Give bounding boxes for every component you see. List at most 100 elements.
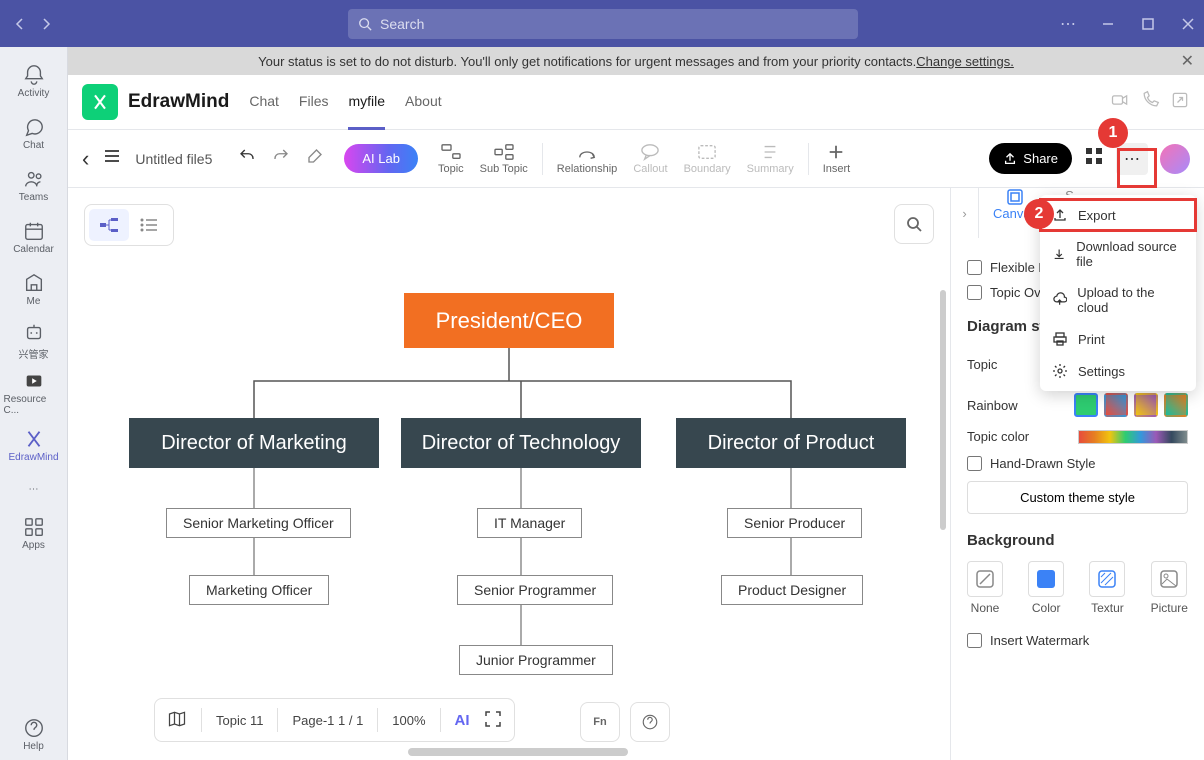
- app-header: EdrawMind Chat Files myfile About: [68, 75, 1204, 130]
- bg-texture[interactable]: Textur: [1089, 561, 1125, 615]
- canvas[interactable]: President/CEO Director of Marketing Dire…: [68, 188, 950, 760]
- status-bar: Your status is set to do not disturb. Yo…: [68, 47, 1204, 75]
- page-info[interactable]: Page-1 1 / 1: [292, 713, 363, 728]
- share-button[interactable]: Share: [989, 143, 1072, 174]
- rainbow-opt[interactable]: [1164, 393, 1188, 417]
- rail-activity[interactable]: Activity: [4, 55, 64, 107]
- rail-teams[interactable]: Teams: [4, 159, 64, 211]
- file-name[interactable]: Untitled file5: [135, 151, 212, 167]
- status-link[interactable]: Change settings.: [916, 54, 1014, 69]
- view-mindmap[interactable]: [89, 209, 129, 241]
- map-icon[interactable]: [167, 709, 187, 732]
- rail-label: Apps: [22, 540, 45, 551]
- node-sub[interactable]: Junior Programmer: [459, 645, 613, 675]
- tab-myfile[interactable]: myfile: [348, 75, 385, 130]
- phone-icon[interactable]: [1140, 90, 1160, 115]
- share-icon: [1003, 152, 1017, 166]
- more-button[interactable]: ⋯: [1116, 143, 1148, 175]
- panel-expand[interactable]: ›: [951, 188, 979, 238]
- rail-edrawmind[interactable]: EdrawMind: [4, 419, 64, 471]
- canvas-search-button[interactable]: [894, 204, 934, 244]
- bg-color[interactable]: Color: [1028, 561, 1064, 615]
- rainbow-opt[interactable]: [1074, 393, 1098, 417]
- color-strip[interactable]: [1078, 430, 1188, 444]
- maximize-button[interactable]: [1140, 16, 1156, 32]
- nav-back[interactable]: [8, 12, 32, 36]
- tool-relationship[interactable]: Relationship: [557, 143, 618, 175]
- app-menu-icon[interactable]: ⋯: [1060, 14, 1076, 34]
- status-close-icon[interactable]: ✕: [1181, 51, 1194, 71]
- node-sub[interactable]: IT Manager: [477, 508, 582, 538]
- node-dir-technology[interactable]: Director of Technology: [401, 418, 641, 468]
- v-scrollbar[interactable]: [940, 290, 946, 530]
- node-sub[interactable]: Senior Marketing Officer: [166, 508, 351, 538]
- help-button[interactable]: [630, 702, 670, 742]
- bg-picture[interactable]: Picture: [1151, 561, 1188, 615]
- close-button[interactable]: [1180, 16, 1196, 32]
- dd-export[interactable]: Export: [1040, 199, 1196, 231]
- tool-summary[interactable]: Summary: [747, 143, 794, 175]
- tab-files[interactable]: Files: [299, 75, 329, 130]
- rail-label: Resource C...: [4, 394, 64, 416]
- ai-lab-button[interactable]: AI Lab: [344, 144, 418, 173]
- app-logo: [82, 84, 118, 120]
- dd-upload[interactable]: Upload to the cloud: [1040, 277, 1196, 323]
- tool-subtopic[interactable]: Sub Topic: [480, 143, 528, 175]
- brush-icon[interactable]: [306, 147, 324, 170]
- rail-label: Activity: [18, 88, 50, 99]
- tab-chat[interactable]: Chat: [249, 75, 279, 130]
- rail-chat[interactable]: Chat: [4, 107, 64, 159]
- rail-apps[interactable]: Apps: [4, 507, 64, 559]
- minimize-button[interactable]: [1100, 16, 1116, 32]
- section-background: Background: [967, 532, 1188, 549]
- h-scrollbar[interactable]: [408, 748, 628, 756]
- rail-me[interactable]: Me: [4, 263, 64, 315]
- node-sub[interactable]: Product Designer: [721, 575, 863, 605]
- tool-topic[interactable]: Topic: [438, 143, 464, 175]
- watermark-checkbox[interactable]: Insert Watermark: [967, 633, 1188, 648]
- fn-button[interactable]: Fn: [580, 702, 620, 742]
- grid-icon[interactable]: [1084, 146, 1104, 171]
- bg-none[interactable]: None: [967, 561, 1003, 615]
- tool-insert[interactable]: Insert: [823, 143, 851, 175]
- rail-help[interactable]: Help: [4, 708, 64, 760]
- video-icon[interactable]: [1110, 90, 1130, 115]
- dd-settings[interactable]: Settings: [1040, 355, 1196, 387]
- hand-drawn-checkbox[interactable]: Hand-Drawn Style: [967, 456, 1188, 471]
- rainbow-opt[interactable]: [1134, 393, 1158, 417]
- tool-boundary[interactable]: Boundary: [684, 143, 731, 175]
- redo-icon[interactable]: [272, 147, 290, 170]
- popout-icon[interactable]: [1170, 90, 1190, 115]
- menu-icon[interactable]: [103, 147, 121, 170]
- view-toggle: [84, 204, 174, 246]
- zoom-level[interactable]: 100%: [392, 713, 425, 728]
- undo-icon[interactable]: [238, 147, 256, 170]
- rail-label: Help: [23, 741, 44, 752]
- node-sub[interactable]: Senior Programmer: [457, 575, 613, 605]
- node-dir-marketing[interactable]: Director of Marketing: [129, 418, 379, 468]
- tab-about[interactable]: About: [405, 75, 442, 130]
- back-icon[interactable]: ‹: [82, 146, 89, 172]
- rail-resource[interactable]: Resource C...: [4, 367, 64, 419]
- avatar[interactable]: [1160, 144, 1190, 174]
- rail-label: EdrawMind: [8, 452, 58, 463]
- custom-theme-button[interactable]: Custom theme style: [967, 481, 1188, 514]
- nav-forward[interactable]: [34, 12, 58, 36]
- dd-print[interactable]: Print: [1040, 323, 1196, 355]
- rail-more[interactable]: ⋯: [4, 471, 64, 507]
- rainbow-opt[interactable]: [1104, 393, 1128, 417]
- node-dir-product[interactable]: Director of Product: [676, 418, 906, 468]
- search-input[interactable]: Search: [348, 9, 858, 39]
- titlebar: Search ⋯: [0, 0, 1204, 47]
- node-ceo[interactable]: President/CEO: [404, 293, 614, 348]
- node-sub[interactable]: Senior Producer: [727, 508, 862, 538]
- label-rainbow: Rainbow: [967, 398, 1018, 413]
- dd-download[interactable]: Download source file: [1040, 231, 1196, 277]
- view-outline[interactable]: [129, 209, 169, 241]
- rail-calendar[interactable]: Calendar: [4, 211, 64, 263]
- tool-callout[interactable]: Callout: [633, 143, 667, 175]
- ai-icon[interactable]: AI: [455, 712, 470, 729]
- rail-xingguanjia[interactable]: 兴管家: [4, 315, 64, 367]
- fullscreen-icon[interactable]: [484, 710, 502, 731]
- node-sub[interactable]: Marketing Officer: [189, 575, 329, 605]
